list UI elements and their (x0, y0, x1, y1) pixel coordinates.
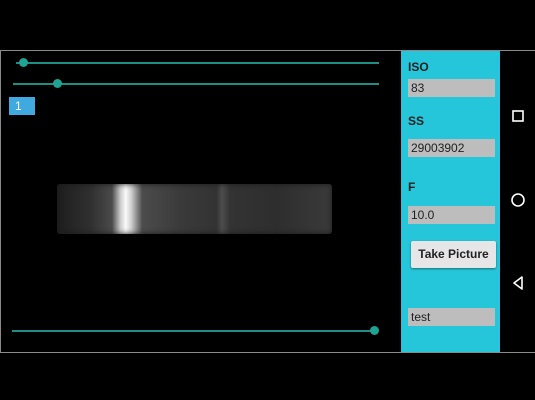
slider-thumb[interactable] (370, 326, 380, 335)
frame-count-badge: 1 (9, 97, 35, 115)
f-label: F (408, 180, 416, 194)
recents-icon[interactable] (500, 109, 535, 128)
slider-track (16, 62, 379, 64)
camera-screen: 1 ISO 83 SS 29003902 F 10.0 Take Picture… (0, 50, 535, 353)
iso-label: ISO (408, 60, 429, 74)
name-field[interactable]: test (408, 308, 495, 326)
ss-label: SS (408, 114, 425, 128)
slider-thumb[interactable] (19, 58, 29, 67)
slider-track (12, 330, 378, 332)
slider-track (13, 83, 379, 85)
settings-panel: ISO 83 SS 29003902 F 10.0 Take Picture t… (401, 51, 500, 352)
back-icon[interactable] (500, 275, 535, 296)
bottom-slider[interactable] (12, 324, 380, 338)
ss-field[interactable]: 29003902 (408, 139, 495, 157)
iso-field[interactable]: 83 (408, 79, 495, 97)
f-field[interactable]: 10.0 (408, 206, 495, 224)
android-nav-bar (500, 51, 535, 352)
camera-preview[interactable]: 1 (0, 51, 400, 352)
take-picture-button[interactable]: Take Picture (411, 241, 496, 268)
top-slider-2[interactable] (13, 77, 379, 91)
spectrum-band-image (57, 184, 332, 234)
home-icon[interactable] (500, 192, 535, 213)
slider-thumb[interactable] (52, 79, 62, 88)
top-slider-1[interactable] (16, 56, 379, 70)
